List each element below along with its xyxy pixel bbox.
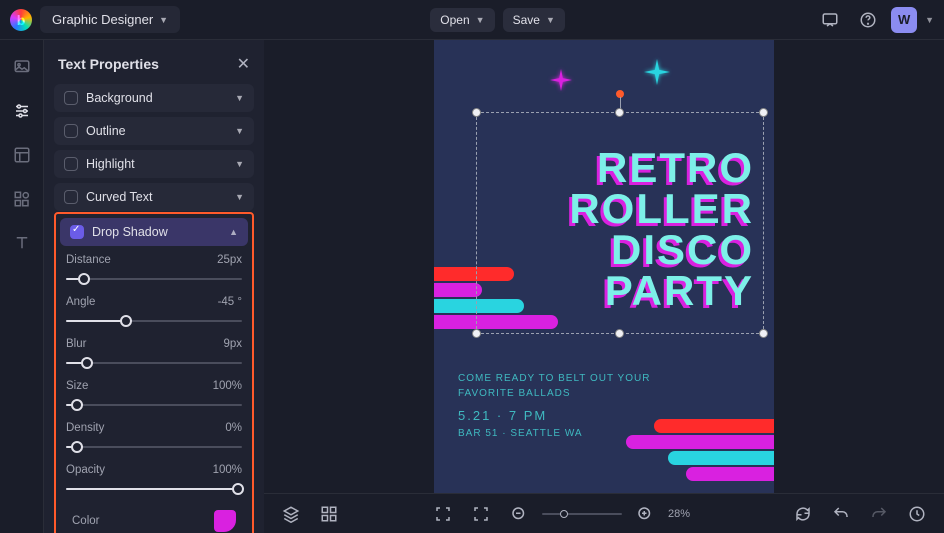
prop-drop-shadow[interactable]: Drop Shadow▲ bbox=[60, 218, 248, 246]
chevron-down-icon: ▼ bbox=[235, 192, 244, 202]
size-control: Size100% bbox=[66, 380, 242, 412]
prop-curved-text[interactable]: Curved Text▼ bbox=[54, 183, 254, 211]
user-avatar[interactable]: W bbox=[891, 7, 917, 33]
canvas-viewport[interactable]: RETRO ROLLER DISCO PARTY Come ready to b… bbox=[264, 40, 944, 493]
density-control: Density0% bbox=[66, 422, 242, 454]
blur-control: Blur9px bbox=[66, 338, 242, 370]
layers-icon[interactable] bbox=[276, 499, 306, 529]
user-menu-chevron[interactable]: ▼ bbox=[925, 15, 934, 25]
distance-value: 25px bbox=[217, 254, 242, 266]
chevron-down-icon: ▼ bbox=[235, 159, 244, 169]
chevron-down-icon: ▼ bbox=[546, 15, 555, 25]
color-swatch[interactable] bbox=[214, 510, 236, 532]
angle-value: -45 ° bbox=[218, 296, 242, 308]
chevron-down-icon: ▼ bbox=[476, 15, 485, 25]
chevron-down-icon: ▼ bbox=[159, 15, 168, 25]
density-value: 0% bbox=[225, 422, 242, 434]
opacity-slider[interactable] bbox=[66, 482, 242, 496]
workspace-dropdown[interactable]: Graphic Designer ▼ bbox=[40, 6, 180, 33]
size-value: 100% bbox=[213, 380, 242, 392]
resize-handle-se[interactable] bbox=[759, 329, 768, 338]
app-logo[interactable]: b bbox=[10, 9, 32, 31]
density-slider[interactable] bbox=[66, 440, 242, 454]
resize-handle-n[interactable] bbox=[615, 108, 624, 117]
poster-artboard[interactable]: RETRO ROLLER DISCO PARTY Come ready to b… bbox=[434, 40, 774, 493]
adjust-tool-icon[interactable] bbox=[7, 96, 37, 126]
elements-tool-icon[interactable] bbox=[7, 184, 37, 214]
poster-subtext[interactable]: Come ready to belt out your favorite bal… bbox=[458, 371, 650, 441]
distance-control: Distance25px bbox=[66, 254, 242, 286]
shadow-color-control: Color bbox=[66, 506, 242, 533]
refresh-icon[interactable] bbox=[788, 499, 818, 529]
prop-highlight[interactable]: Highlight▼ bbox=[54, 150, 254, 178]
rotate-handle[interactable] bbox=[615, 89, 625, 99]
chevron-down-icon: ▼ bbox=[235, 126, 244, 136]
zoom-in-icon[interactable] bbox=[630, 499, 660, 529]
properties-panel: Text Properties ✕ Background▼ Outline▼ H… bbox=[44, 40, 264, 533]
help-icon[interactable] bbox=[853, 5, 883, 35]
redo-icon[interactable] bbox=[864, 499, 894, 529]
feedback-icon[interactable] bbox=[815, 5, 845, 35]
save-button[interactable]: Save ▼ bbox=[503, 8, 565, 32]
close-icon[interactable]: ✕ bbox=[237, 54, 250, 74]
open-button[interactable]: Open ▼ bbox=[430, 8, 494, 32]
angle-control: Angle-45 ° bbox=[66, 296, 242, 328]
opacity-control: Opacity100% bbox=[66, 464, 242, 496]
prop-outline[interactable]: Outline▼ bbox=[54, 117, 254, 145]
panel-header: Text Properties ✕ bbox=[44, 40, 264, 84]
chevron-up-icon: ▲ bbox=[229, 227, 238, 237]
zoom-out-icon[interactable] bbox=[504, 499, 534, 529]
opacity-value: 100% bbox=[213, 464, 242, 476]
tool-rail bbox=[0, 40, 44, 533]
sparkle-icon bbox=[644, 59, 670, 85]
resize-handle-nw[interactable] bbox=[472, 108, 481, 117]
decorative-stripes bbox=[626, 419, 774, 483]
bottom-toolbar: 28% bbox=[264, 493, 944, 533]
workspace-label: Graphic Designer bbox=[52, 12, 153, 27]
selection-box[interactable] bbox=[476, 112, 764, 334]
templates-tool-icon[interactable] bbox=[7, 140, 37, 170]
history-icon[interactable] bbox=[902, 499, 932, 529]
text-tool-icon[interactable] bbox=[7, 228, 37, 258]
resize-handle-ne[interactable] bbox=[759, 108, 768, 117]
drop-shadow-controls: Distance25px Angle-45 ° Blur9px Size100% bbox=[60, 246, 248, 533]
zoom-slider[interactable] bbox=[542, 513, 622, 515]
distance-slider[interactable] bbox=[66, 272, 242, 286]
grid-icon[interactable] bbox=[314, 499, 344, 529]
drop-shadow-highlight: Drop Shadow▲ Distance25px Angle-45 ° Blu… bbox=[54, 212, 254, 533]
panel-title: Text Properties bbox=[58, 56, 159, 72]
zoom-value: 28% bbox=[668, 508, 704, 520]
sparkle-icon bbox=[550, 69, 572, 91]
canvas-area: RETRO ROLLER DISCO PARTY Come ready to b… bbox=[264, 40, 944, 533]
prop-background[interactable]: Background▼ bbox=[54, 84, 254, 112]
fullscreen-icon[interactable] bbox=[466, 499, 496, 529]
resize-handle-sw[interactable] bbox=[472, 329, 481, 338]
blur-value: 9px bbox=[223, 338, 242, 350]
image-tool-icon[interactable] bbox=[7, 52, 37, 82]
chevron-down-icon: ▼ bbox=[235, 93, 244, 103]
undo-icon[interactable] bbox=[826, 499, 856, 529]
blur-slider[interactable] bbox=[66, 356, 242, 370]
size-slider[interactable] bbox=[66, 398, 242, 412]
angle-slider[interactable] bbox=[66, 314, 242, 328]
resize-handle-s[interactable] bbox=[615, 329, 624, 338]
fit-screen-icon[interactable] bbox=[428, 499, 458, 529]
top-bar: b Graphic Designer ▼ Open ▼ Save ▼ W ▼ bbox=[0, 0, 944, 40]
